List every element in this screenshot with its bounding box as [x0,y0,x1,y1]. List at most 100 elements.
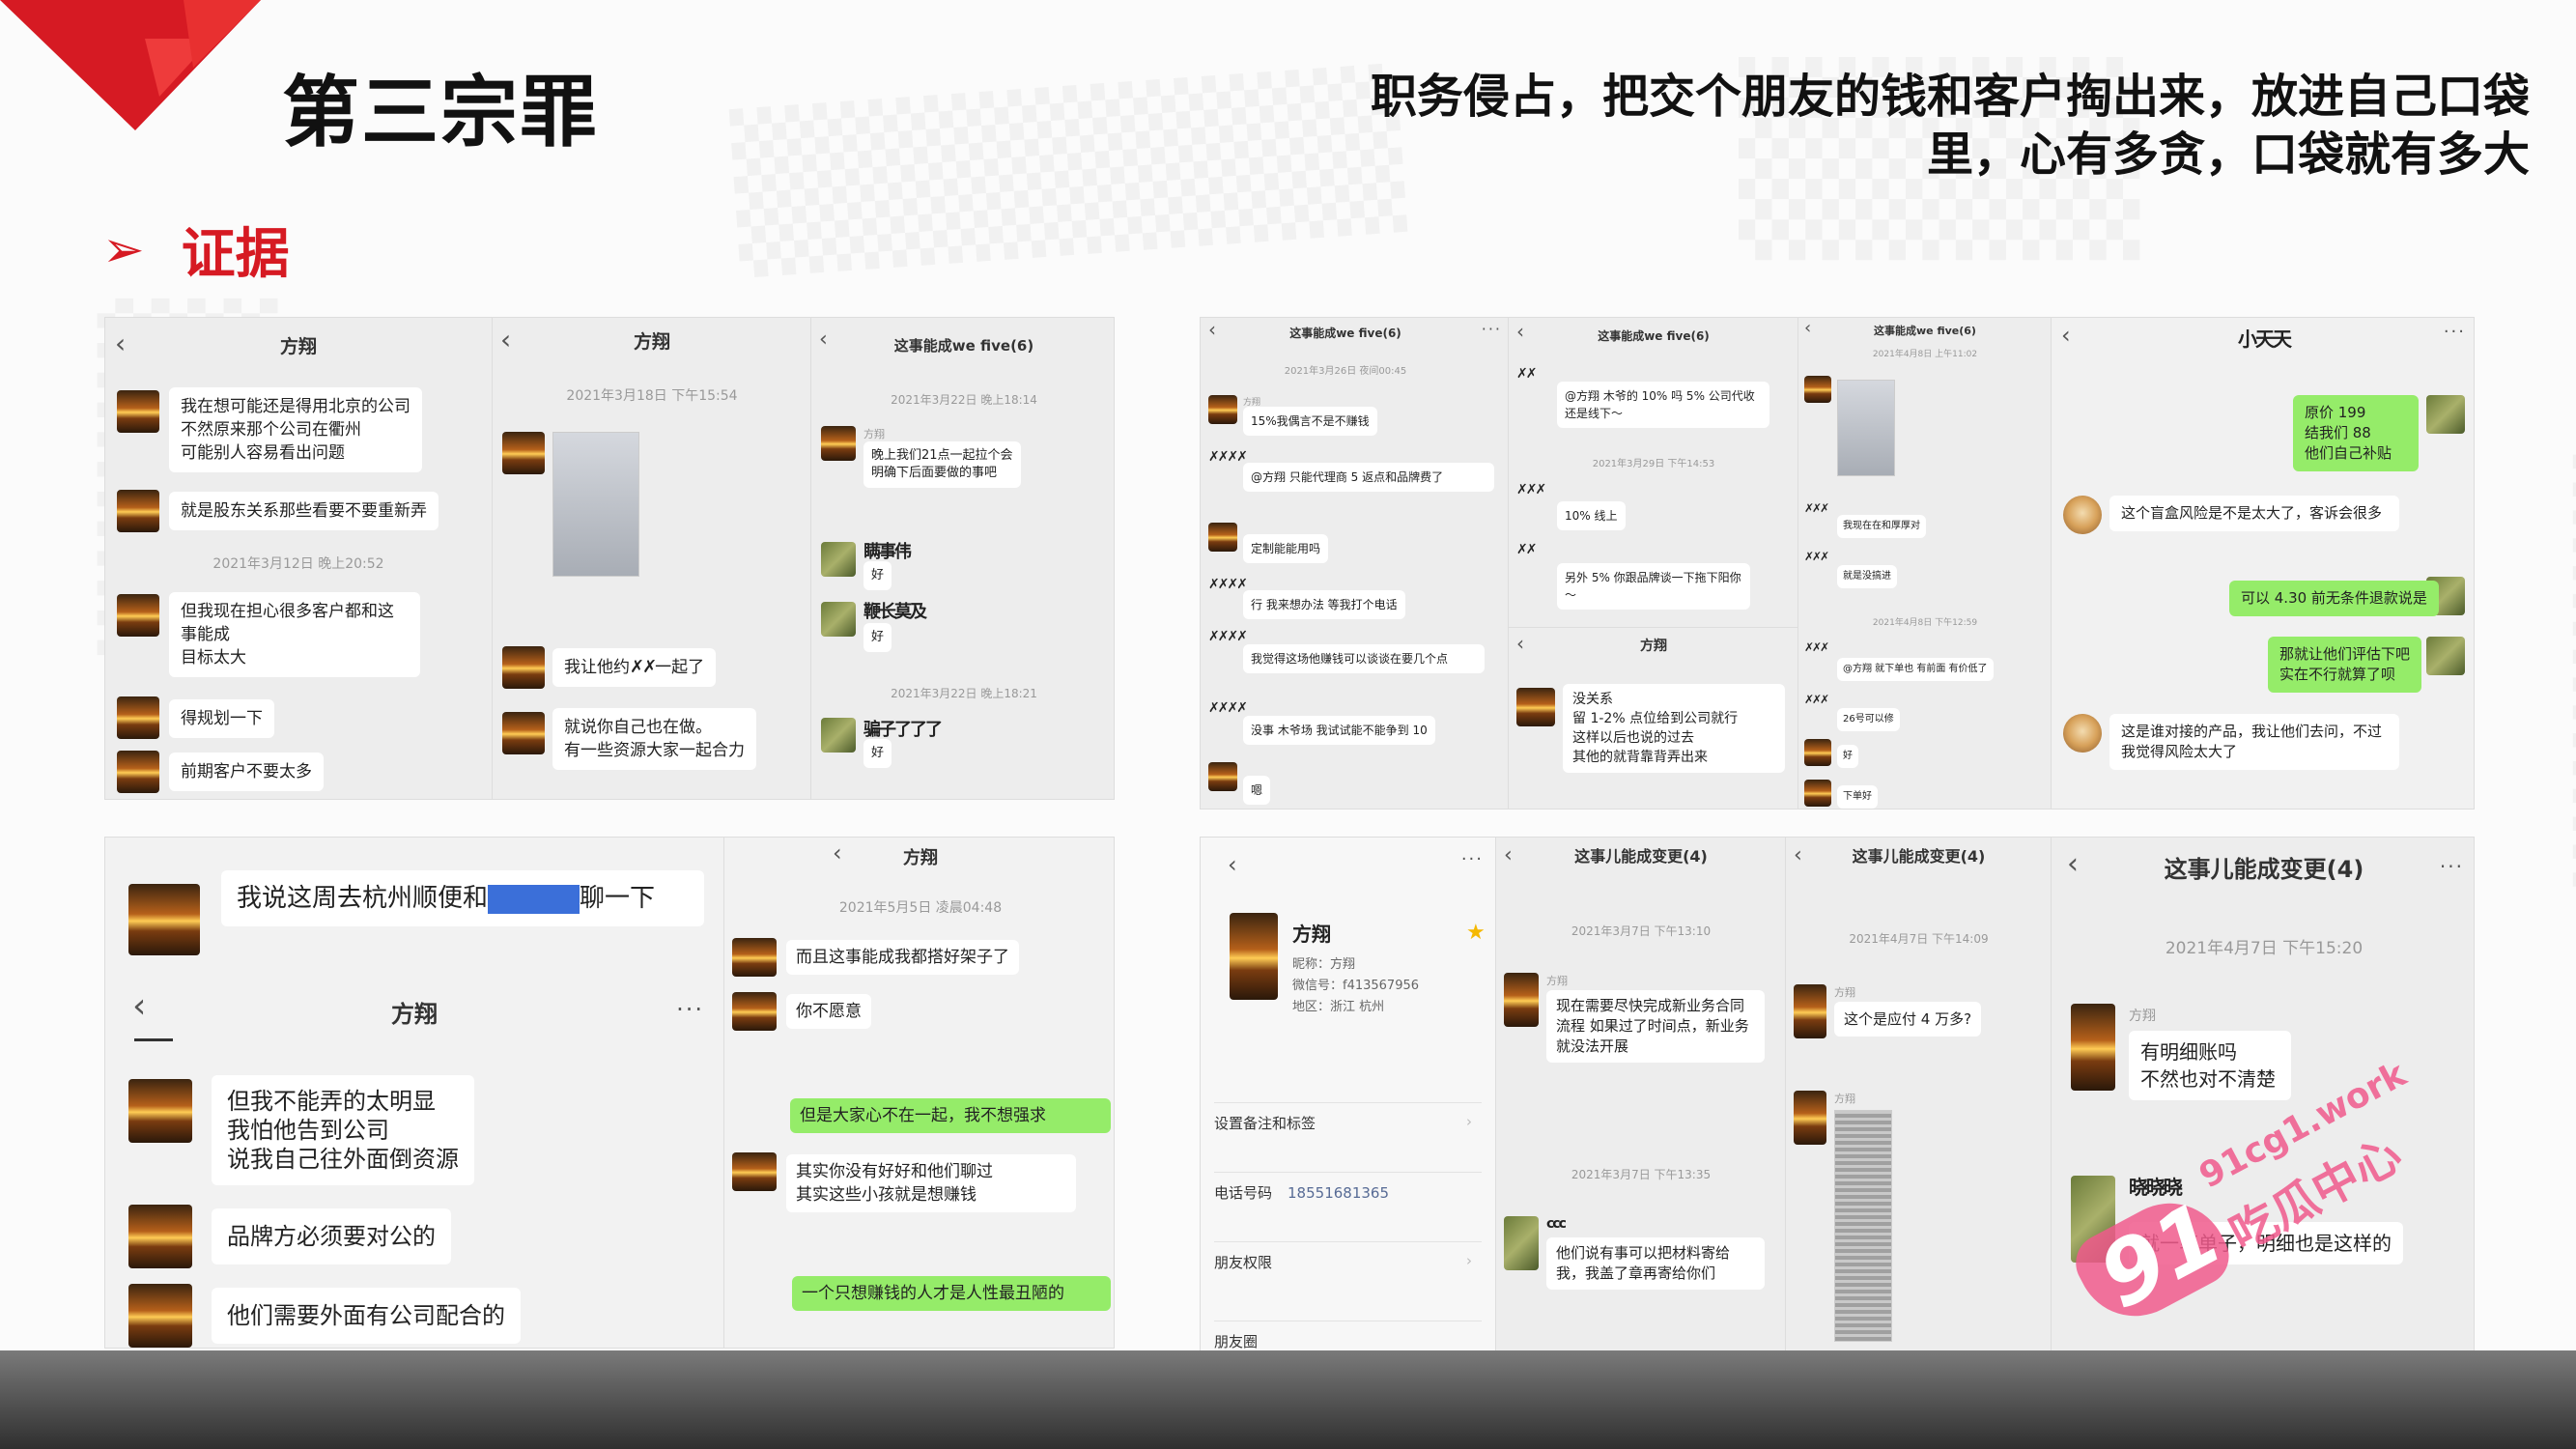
chat-screenshot: ‹ 方翔 2021年3月18日 下午15:54 我让他约✗✗一起了 就说你自己也… [492,318,810,799]
chat-bubble: 没关系 留 1-2% 点位给到公司就行 这样以后也说的过去 其他的就背靠背弄出来 [1563,684,1785,773]
chat-bubble: 得规划一下 [169,699,274,738]
redacted-scribble: 骗子了了了 [863,720,943,740]
redacted-scribble: ✗✗ [630,657,657,677]
chat-bubble: 这是谁对接的产品，我让他们去问，不过我觉得风险太大了 [2109,714,2399,770]
chat-bubble: 15%我偶言不是不赚钱 [1243,407,1377,436]
chat-bubble: 你不愿意 [786,994,871,1029]
bubble-text: 聊一下 [580,884,656,913]
evidence-panel-1: ‹ 方翔 我在想可能还是得用北京的公司 不然原来那个公司在衢州 可能别人容易看出… [104,317,1115,800]
chat-timestamp: 2021年3月26日 夜间00:45 [1284,366,1407,377]
profile-row-remark[interactable]: 设置备注和标签 › [1214,1102,1482,1133]
avatar [1516,688,1555,726]
chat-timestamp: 2021年3月18日 下午15:54 [566,388,738,404]
chat-bubble: 没事 木爷场 我试试能不能争到 10 [1243,716,1435,745]
chat-title: 这事儿能成变更(4) [1574,847,1708,866]
avatar [502,432,545,474]
chat-title: 方翔 [279,335,317,357]
slide-subtitle: 职务侵占，把交个朋友的钱和客户掏出来，放进自己口袋 里，心有多贪，口袋就有多大 [1129,68,2530,184]
evidence-heading: ➢ 证据 [102,211,290,289]
chat-title: 这事能成we five(6) [1874,325,1976,337]
chat-screenshot: ‹ 这事能成we five(6) 2021年4月8日 上午11:02 ✗✗✗ 我… [1798,318,2051,809]
row-label: 电话号码 [1214,1184,1273,1202]
row-label: 朋友圈 [1214,1333,1259,1350]
chat-bubble: @方翔 木爷的 10% 吗 5% 公司代收还是线下～ [1557,382,1769,428]
avatar [2071,1004,2115,1091]
chat-bubble: 但是大家心不在一起，我不想强求 [790,1098,1111,1133]
chat-title: 方翔 [1640,639,1667,654]
avatar [117,390,159,433]
more-icon[interactable]: ··· [1482,320,1502,338]
contact-profile: ‹ ··· 方翔 ★ 昵称：方翔 微信号：f413567956 地区：浙江 杭州… [1201,838,1495,1351]
chat-title: 这事儿能成变更(4) [1852,847,1986,866]
chat-bubble: 而且这事能成我都搭好架子了 [786,940,1019,975]
avatar [2063,496,2102,534]
chat-bubble: 定制能能用吗 [1243,534,1329,563]
chat-bubble: @方翔 只能代理商 5 返点和品牌费了 [1243,463,1494,492]
chat-bubble: 我现在在和厚厚对 [1837,515,1926,538]
avatar [128,1284,192,1348]
chat-title: 方翔 [391,1000,438,1028]
chat-timestamp: 2021年3月22日 晚上18:21 [891,687,1037,700]
chat-bubble: 前期客户不要太多 [169,753,324,791]
chat-bubble: 但我现在担心很多客户都和这事能成 目标太大 [169,592,420,677]
chat-screenshot: ‹ 小天天 ··· 原价 199 结我们 88 他们自己补贴 这个盲盒风险是不是… [2051,318,2474,809]
avatar [2071,1176,2115,1263]
chat-timestamp: 2021年3月7日 下午13:35 [1571,1168,1712,1181]
redacted-scribble: ✗✗✗✗ [1208,577,1248,592]
chat-title-text: 小天天 [2238,327,2292,351]
chat-title: 这事能成we five(6) [1598,328,1710,343]
evidence-panel-3: 我说这周去杭州顺便和 聊一下 ‹ 方翔 ··· 但我不能弄的太明显 我怕他告到公司… [104,837,1115,1349]
subtitle-line2: 里，心有多贪，口袋就有多大 [1926,128,2530,182]
avatar [128,1079,192,1143]
chat-bubble: 这个盲盒风险是不是太大了，客诉会很多 [2109,496,2399,531]
avatar [2063,714,2102,753]
chat-bubble: 原价 199 结我们 88 他们自己补贴 [2293,395,2419,471]
avatar [821,542,856,577]
avatar [117,751,159,793]
chat-screenshot: ‹ 方翔 ··· 但我不能弄的太明显 我怕他告到公司 说我自己往外面倒资源 品牌… [105,982,723,1348]
phone-number: 18551681365 [1288,1184,1389,1202]
chat-title: 小天天 [2052,318,2474,356]
chat-screenshot: ‹ 这事能成we five(6) 2021年3月22日 晚上18:14 方翔 晚… [810,318,1114,799]
phone-screenshot-image [552,432,639,577]
more-icon[interactable]: ··· [2444,322,2466,342]
avatar [128,1205,192,1268]
evidence-label: 证据 [181,223,290,286]
sender-name: 方翔 [2129,1009,2156,1024]
chat-bubble: 可以 4.30 前无条件退款说是 [2229,581,2439,616]
avatar [1208,523,1237,552]
chat-timestamp: 2021年5月5日 凌晨04:48 [838,900,1003,916]
redacted-scribble: ✗✗ [1516,542,1538,557]
avatar [1794,1091,1826,1145]
avatar [117,490,159,532]
profile-row-phone[interactable]: 电话号码 18551681365 [1214,1172,1482,1203]
chat-bubble: 他们需要外面有公司配合的 [212,1288,521,1344]
redacted-scribble: ✗✗✗✗ [1208,629,1248,644]
chat-timestamp: 2021年3月29日 下午14:53 [1592,459,1715,469]
avatar [1804,739,1831,766]
profile-row-permission[interactable]: 朋友权限 › [1214,1241,1482,1272]
chat-bubble: 就是股东关系那些看要不要重新弄 [169,492,439,530]
more-icon[interactable]: ··· [676,996,704,1023]
avatar [502,712,545,754]
redacted-scribble: ✗✗ [1516,366,1538,382]
avatar [1504,973,1539,1027]
avatar [1208,395,1237,424]
chat-bubble: 我觉得这场他赚钱可以谈谈在要几个点 [1243,644,1485,673]
avatar [117,594,159,637]
chevron-left-icon[interactable]: ‹ [1228,851,1237,878]
bubble-text: 我说这周去杭州顺便和 [237,884,489,913]
sender-name: 晓晓晓 [2129,1176,2183,1199]
chat-bubble: 这个是应付 4 万多? [1834,1002,1982,1037]
chat-timestamp: 2021年4月8日 下午12:59 [1872,618,1978,628]
chat-screenshot: ‹ 方翔 我在想可能还是得用北京的公司 不然原来那个公司在衢州 可能别人容易看出… [105,318,492,799]
avatar [732,938,777,977]
chevron-right-icon: › [1466,1113,1472,1130]
chat-bubble: 10% 线上 [1557,501,1626,530]
more-icon[interactable]: ··· [1461,849,1484,869]
profile-row-moments[interactable]: 朋友圈 [1214,1321,1482,1351]
chat-screenshot: ‹ 这事儿能成变更(4) 2021年3月7日 下午13:10 方翔 现在需要尽快… [1495,838,1785,1351]
chat-bubble: 好 [1837,745,1858,768]
profile-nickname: 昵称：方翔 [1292,957,1356,972]
more-icon[interactable]: ··· [2440,855,2464,878]
